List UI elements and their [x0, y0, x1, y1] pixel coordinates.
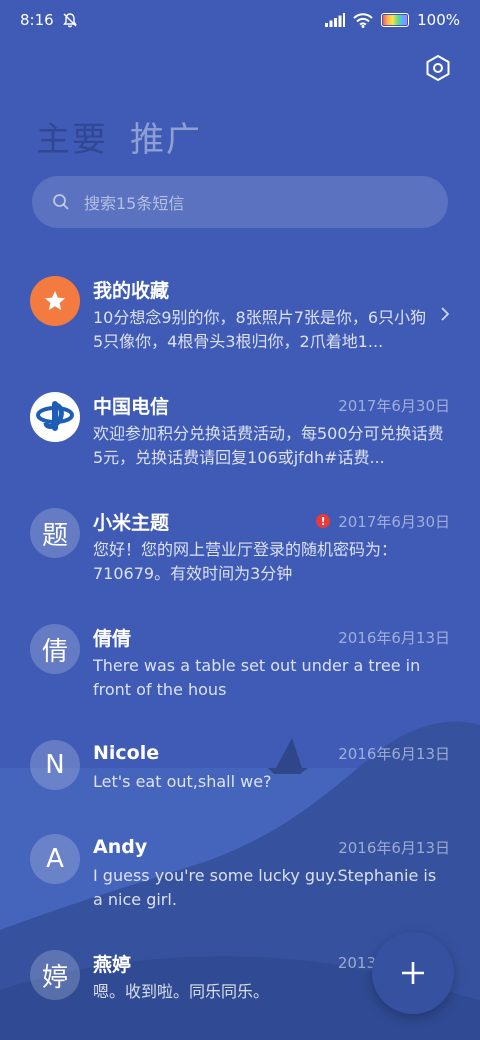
contact-name: Nicole — [93, 742, 160, 764]
message-preview: 您好！您的网上营业厅登录的随机密码为：710679。有效时间为3分钟 — [93, 540, 398, 583]
search-placeholder: 搜索15条短信 — [84, 194, 185, 213]
china-telecom-logo-icon — [36, 401, 74, 431]
chevron-right-icon — [441, 307, 450, 321]
conversation-item-favorites[interactable]: 我的收藏 10分想念9别的你，8张照片7张是你，6只小狗5只像你，4根骨头3根归… — [0, 258, 480, 374]
contact-name: 我的收藏 — [93, 279, 170, 302]
message-preview: I guess you're some lucky guy.Stephanie … — [93, 866, 437, 909]
message-date: 2013 — [337, 954, 376, 972]
contact-name: 中国电信 — [93, 395, 170, 418]
message-preview: Let's eat out,shall we? — [93, 772, 272, 791]
conversation-item-nicole[interactable]: N Nicole 2016年6月13日 Let's eat out,shall … — [0, 722, 480, 816]
avatar — [30, 276, 80, 326]
plus-icon — [402, 962, 424, 984]
status-time: 8:16 — [20, 11, 54, 29]
wifi-icon — [353, 12, 373, 28]
message-date: 2016年6月13日 — [338, 744, 450, 763]
tab-bar: 主要 推广 — [36, 112, 202, 161]
search-bar[interactable]: 搜索15条短信 — [32, 176, 448, 228]
avatar: A — [30, 834, 80, 884]
contact-name: Andy — [93, 836, 148, 858]
contact-name: 倩倩 — [93, 627, 132, 650]
status-bar: 8:16 100% — [0, 0, 480, 40]
message-date: 2017年6月30日 — [338, 396, 450, 415]
conversation-item-china-telecom[interactable]: 中国电信 2017年6月30日 欢迎参加积分兑换话费活动，每500分可兑换话费5… — [0, 374, 480, 490]
avatar: 倩 — [30, 624, 80, 674]
message-preview: 10分想念9别的你，8张照片7张是你，6只小狗5只像你，4根骨头3根归你，2爪着… — [93, 308, 427, 351]
conversation-item-andy[interactable]: A Andy 2016年6月13日 I guess you're some lu… — [0, 816, 480, 932]
conversation-item-xiaomi-theme[interactable]: 题 小米主题 ! 2017年6月30日 您好！您的网上营业厅登录的随机密码为：7… — [0, 490, 480, 606]
avatar — [30, 392, 80, 442]
conversation-list: 我的收藏 10分想念9别的你，8张照片7张是你，6只小狗5只像你，4根骨头3根归… — [0, 258, 480, 1028]
avatar: 婷 — [30, 950, 80, 1000]
message-date: 2017年6月30日 — [338, 512, 450, 531]
mute-bell-icon — [62, 13, 77, 28]
message-date: 2016年6月13日 — [338, 628, 450, 647]
avatar: 题 — [30, 508, 80, 558]
contact-name: 小米主题 — [93, 511, 170, 534]
battery-icon — [381, 13, 410, 27]
settings-button[interactable] — [422, 52, 454, 84]
message-preview: There was a table set out under a tree i… — [93, 656, 421, 699]
search-icon — [53, 194, 69, 210]
settings-hexagon-icon — [426, 54, 450, 82]
message-preview: 欢迎参加积分兑换话费活动，每500分可兑换话费5元，兑换话费请回复106或jfd… — [93, 424, 444, 467]
star-icon — [45, 291, 65, 310]
signal-icon — [325, 13, 346, 27]
contact-name: 燕婷 — [93, 953, 132, 976]
tab-promotions[interactable]: 推广 — [130, 112, 202, 161]
new-message-button[interactable] — [372, 932, 454, 1014]
error-icon: ! — [316, 514, 331, 528]
message-date: 2016年6月13日 — [338, 838, 450, 857]
avatar: N — [30, 740, 80, 790]
tab-primary[interactable]: 主要 — [36, 112, 108, 161]
battery-percent: 100% — [417, 11, 460, 29]
conversation-item-qianqian[interactable]: 倩 倩倩 2016年6月13日 There was a table set ou… — [0, 606, 480, 722]
